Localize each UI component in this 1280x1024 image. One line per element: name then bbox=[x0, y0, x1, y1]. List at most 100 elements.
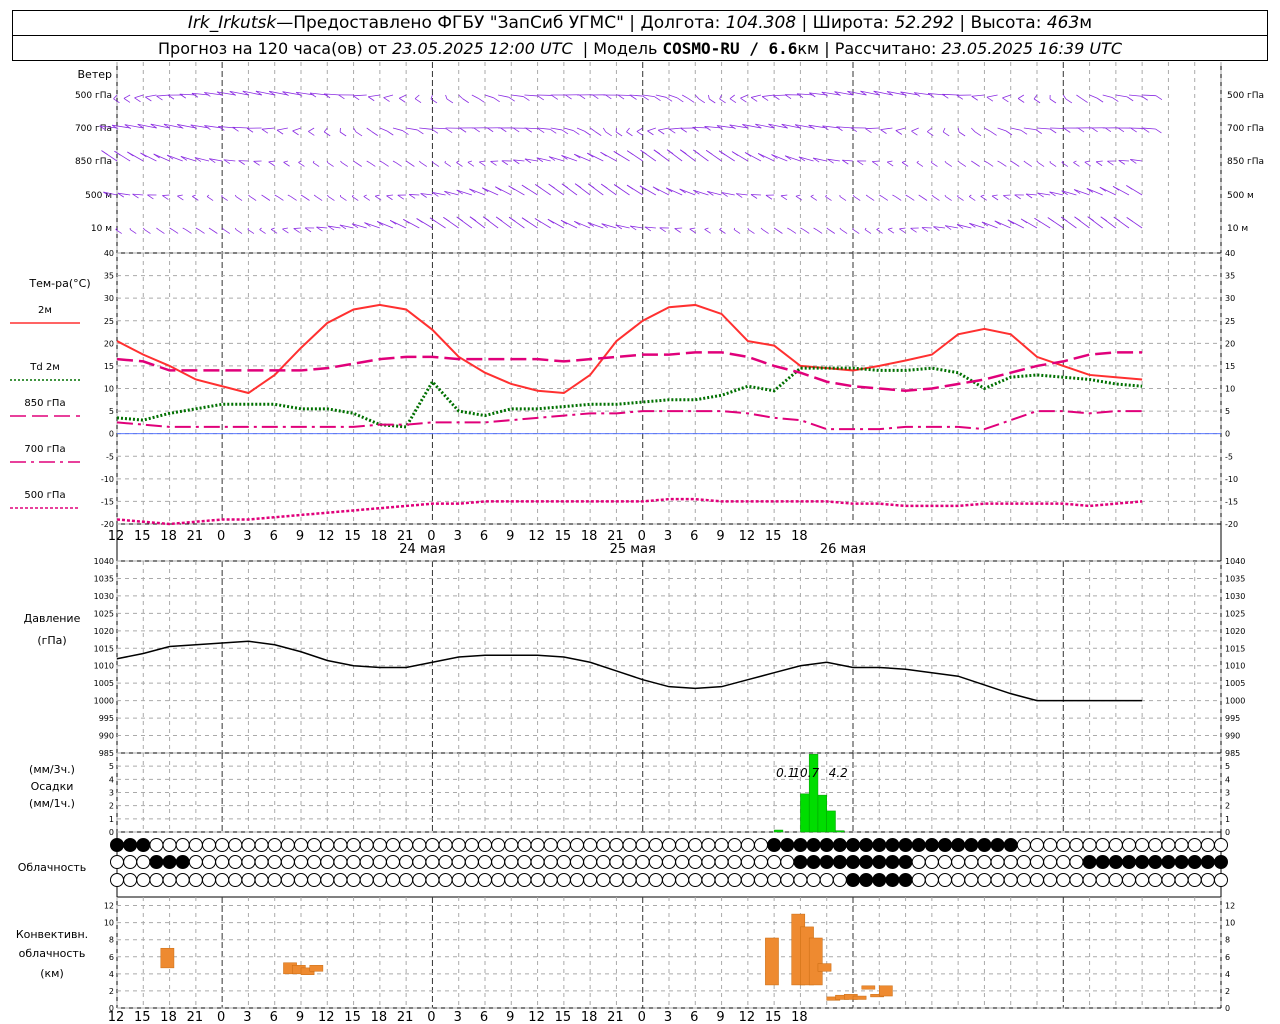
wind-barb-flag bbox=[886, 161, 894, 167]
wind-barb-flag bbox=[123, 98, 131, 103]
y-tick-label: 1000 bbox=[94, 697, 114, 706]
wind-barb-flag bbox=[776, 229, 783, 234]
wind-barb bbox=[865, 194, 869, 197]
wind-barb-flag bbox=[1035, 129, 1043, 134]
wind-barb bbox=[312, 160, 315, 163]
cloud-symbol bbox=[333, 873, 348, 887]
cloud-symbol bbox=[359, 838, 374, 852]
cloud-symbol bbox=[399, 855, 414, 869]
wind-barb bbox=[892, 194, 896, 197]
wind-barb bbox=[145, 94, 157, 98]
y-tick-label-right: 1025 bbox=[1225, 609, 1245, 618]
cloud-symbol bbox=[320, 873, 335, 887]
cloud-symbol bbox=[609, 855, 624, 869]
cloud-symbol bbox=[491, 855, 506, 869]
wind-barb bbox=[268, 160, 275, 163]
y-tick-label: 1025 bbox=[94, 609, 114, 618]
x-date-label: 26 мая bbox=[820, 542, 866, 557]
wind-barb bbox=[810, 194, 814, 197]
cloud-symbol bbox=[1069, 855, 1084, 869]
temp-series-2 bbox=[116, 351, 1143, 393]
wind-barb bbox=[300, 194, 304, 197]
wind-barb bbox=[368, 94, 380, 98]
convective-bar bbox=[879, 985, 893, 997]
wind-barb-flag bbox=[268, 161, 275, 167]
y-tick-label-right: 1000 bbox=[1225, 697, 1245, 706]
wind-barb-flag bbox=[594, 131, 602, 136]
cloud-symbol bbox=[859, 838, 874, 852]
wind-barb bbox=[270, 227, 275, 230]
cloud-symbol bbox=[346, 873, 361, 887]
cloud-symbol bbox=[491, 838, 506, 852]
wind-barb-flag bbox=[389, 219, 397, 225]
cloud-symbol bbox=[1214, 855, 1228, 869]
cloud-symbol bbox=[793, 855, 808, 869]
wind-barb bbox=[484, 94, 494, 99]
cloud-symbol bbox=[727, 873, 742, 887]
wind-barb bbox=[931, 194, 934, 197]
y-tick-label: 1015 bbox=[94, 644, 114, 653]
wind-barb-flag bbox=[1126, 96, 1134, 102]
y-tick-label-right: -5 bbox=[1225, 452, 1233, 461]
cloud-symbol bbox=[1016, 873, 1031, 887]
cloud-symbol bbox=[609, 873, 624, 887]
wind-barb bbox=[282, 227, 288, 230]
wind-barb bbox=[704, 227, 709, 230]
cloud-symbol bbox=[740, 873, 755, 887]
wind-barb bbox=[283, 160, 288, 163]
wind-barb-flag bbox=[328, 196, 335, 201]
wind-barb-flag bbox=[340, 196, 347, 201]
wind-barb-flag bbox=[277, 196, 284, 201]
cloud-symbol bbox=[924, 873, 939, 887]
wind-barb-flag bbox=[880, 129, 887, 134]
wind-barb-flag bbox=[647, 130, 654, 136]
y-tick-label-right: 995 bbox=[1225, 714, 1240, 723]
y-tick-label: 10 bbox=[104, 385, 114, 394]
wind-barb-flag bbox=[456, 216, 463, 222]
wind-barb bbox=[458, 94, 464, 100]
wind-barb bbox=[1089, 94, 1098, 99]
wind-barb-flag bbox=[761, 96, 769, 101]
wind-barb-flag bbox=[292, 130, 299, 136]
wind-barb bbox=[787, 227, 791, 230]
cloud-symbol bbox=[1003, 873, 1018, 887]
wind-barb-flag bbox=[525, 127, 533, 133]
cloud-symbol bbox=[675, 855, 690, 869]
cloud-symbol bbox=[662, 855, 676, 869]
wind-barb-flag bbox=[1002, 97, 1009, 103]
x-hour-label: 12 bbox=[108, 529, 125, 544]
wind-barb-flag bbox=[462, 98, 469, 104]
wind-barb bbox=[852, 194, 855, 197]
cloud-symbol bbox=[648, 855, 663, 869]
wind-barb-flag bbox=[420, 162, 428, 167]
cloud-symbol bbox=[951, 838, 966, 852]
wind-barb-flag bbox=[881, 196, 889, 201]
wind-barb bbox=[729, 94, 735, 99]
wind-barb-flag bbox=[840, 229, 848, 234]
wind-barb bbox=[872, 160, 880, 163]
wind-barb-flag bbox=[371, 131, 378, 136]
y-tick-label: 2 bbox=[109, 802, 114, 811]
y-tick-label: 12 bbox=[104, 902, 114, 911]
wind-barb-flag bbox=[600, 151, 607, 157]
cloud-symbol bbox=[228, 838, 243, 852]
wind-barb-flag bbox=[429, 217, 437, 223]
wind-barb bbox=[1118, 159, 1130, 162]
wind-barb-flag bbox=[198, 229, 205, 234]
y-tick-label: 1035 bbox=[94, 574, 114, 583]
wind-barb-flag bbox=[657, 129, 665, 135]
wind-barb-flag bbox=[1003, 195, 1010, 200]
wind-barb bbox=[340, 160, 343, 163]
wind-barb bbox=[379, 127, 388, 132]
legend-label-0: 2м bbox=[38, 305, 52, 316]
cloud-symbol bbox=[1043, 873, 1058, 887]
legend-label-1: Td 2м bbox=[29, 362, 60, 373]
wind-barb-flag bbox=[719, 98, 726, 104]
wind-barb-flag bbox=[626, 184, 634, 190]
cloud-symbol bbox=[359, 873, 374, 887]
wind-barb-flag bbox=[1005, 130, 1013, 136]
wind-barb-flag bbox=[1096, 97, 1104, 103]
cloud-symbol bbox=[806, 855, 821, 869]
wind-barb bbox=[1076, 94, 1082, 99]
wind-barb bbox=[751, 94, 762, 98]
